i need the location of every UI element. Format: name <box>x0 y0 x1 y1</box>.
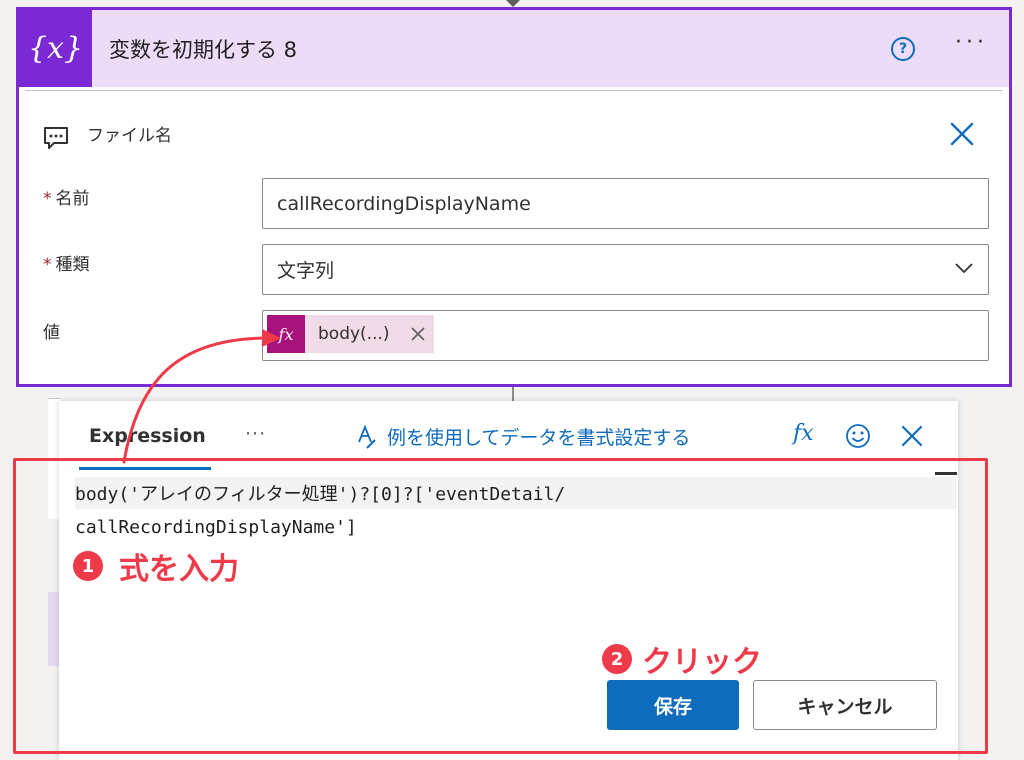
step-badge: 2 <box>602 644 632 674</box>
annotation-step-1: 1 式を入力 <box>73 544 239 588</box>
annotation-arrow <box>122 329 281 464</box>
annotation-step-2: 2 クリック <box>602 637 762 681</box>
step-badge: 1 <box>73 551 103 581</box>
step-text: 式を入力 <box>119 552 239 587</box>
step-text: クリック <box>642 645 762 680</box>
